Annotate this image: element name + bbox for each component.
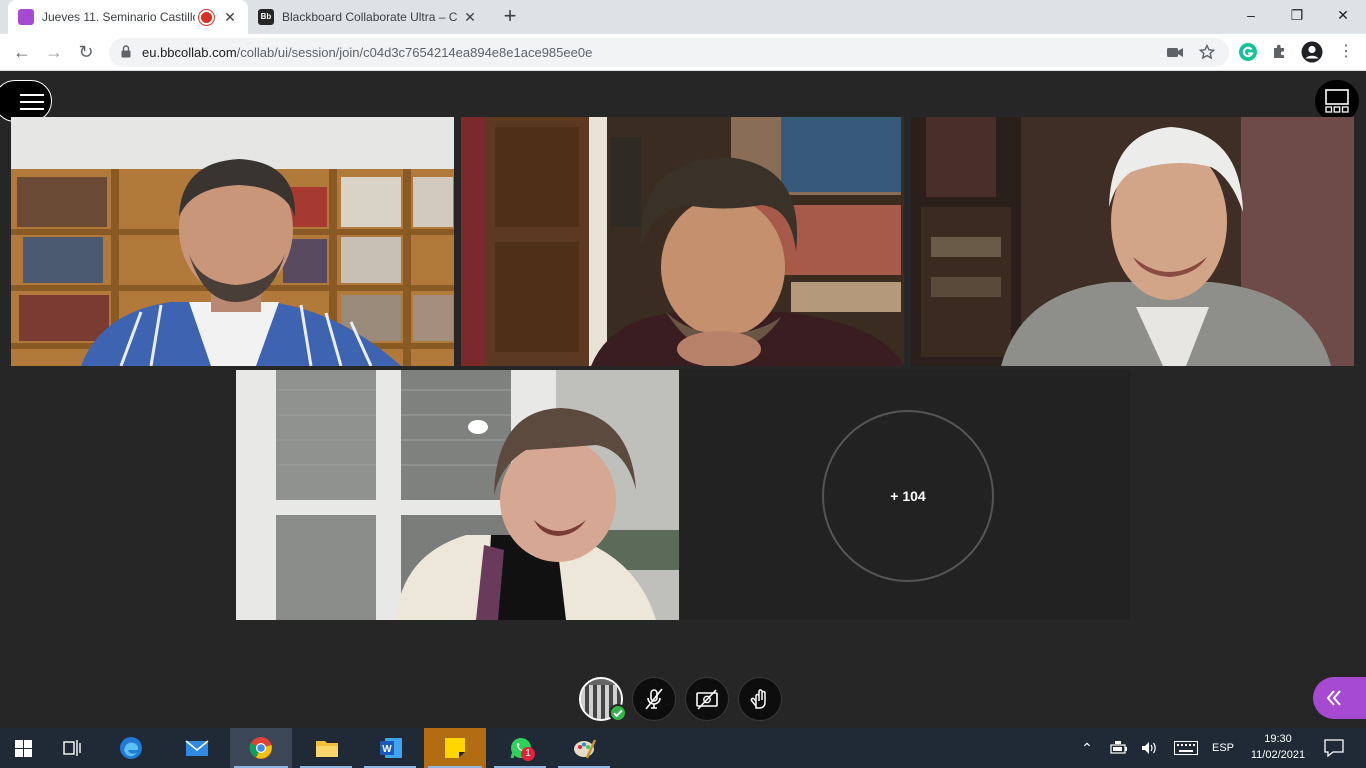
url-path: /collab/ui/session/join/c04d3c7654214ea8… bbox=[236, 45, 593, 60]
task-view-icon bbox=[63, 740, 81, 756]
taskbar-chrome[interactable] bbox=[230, 728, 292, 768]
session-menu-button[interactable] bbox=[0, 80, 52, 122]
reload-button[interactable]: ↻ bbox=[73, 39, 99, 65]
url-text: eu.bbcollab.com/collab/ui/session/join/c… bbox=[142, 45, 592, 60]
browser-toolbar: ← → ↻ eu.bbcollab.com/collab/ui/session/… bbox=[0, 34, 1366, 71]
notification-center-icon[interactable] bbox=[1324, 739, 1344, 757]
bookmark-star-icon[interactable] bbox=[1199, 44, 1215, 60]
participant-video-tile[interactable] bbox=[461, 117, 904, 366]
close-tab-icon[interactable]: ✕ bbox=[222, 9, 238, 26]
grammarly-extension-icon[interactable] bbox=[1238, 42, 1258, 62]
close-tab-icon[interactable]: ✕ bbox=[462, 9, 478, 26]
task-view-button[interactable] bbox=[48, 728, 96, 768]
participant-video-3 bbox=[911, 117, 1354, 366]
recording-indicator-icon bbox=[201, 11, 212, 23]
tab-title: Jueves 11. Seminario Castillo bbox=[42, 10, 195, 24]
taskbar-mail[interactable] bbox=[166, 728, 226, 768]
touch-keyboard-icon[interactable] bbox=[1174, 741, 1198, 755]
taskbar-word[interactable]: W bbox=[360, 728, 420, 768]
participant-video-1 bbox=[11, 117, 454, 366]
address-bar[interactable]: eu.bbcollab.com/collab/ui/session/join/c… bbox=[109, 38, 1229, 67]
chrome-icon bbox=[249, 737, 272, 759]
profile-avatar-icon[interactable] bbox=[1301, 41, 1323, 63]
participant-video-4 bbox=[236, 370, 679, 620]
edge-icon bbox=[120, 737, 142, 759]
layout-toggle-button[interactable] bbox=[1315, 80, 1359, 122]
word-icon: W bbox=[380, 738, 402, 758]
camera-off-icon bbox=[696, 689, 718, 710]
open-collaborate-panel-button[interactable] bbox=[1313, 677, 1366, 719]
maximize-button[interactable]: ❐ bbox=[1274, 0, 1320, 30]
back-button[interactable]: ← bbox=[9, 39, 35, 65]
raise-hand-icon bbox=[750, 689, 766, 709]
minimize-button[interactable]: – bbox=[1228, 0, 1274, 30]
windows-taskbar: W 1 ⌃ ESP 19:30 11/02/2021 bbox=[0, 728, 1366, 768]
show-hidden-icons-chevron-icon[interactable]: ⌃ bbox=[1076, 728, 1098, 768]
clock-time: 19:30 bbox=[1264, 733, 1292, 745]
participant-video-tile[interactable] bbox=[236, 370, 679, 620]
clock-date: 11/02/2021 bbox=[1250, 749, 1306, 761]
grid-layout-icon bbox=[1325, 89, 1349, 113]
sticky-notes-icon bbox=[445, 738, 465, 758]
tab-blackboard[interactable]: Bb Blackboard Collaborate Ultra – C ✕ bbox=[248, 0, 488, 34]
taskbar-edge[interactable] bbox=[100, 728, 160, 768]
file-explorer-icon bbox=[316, 741, 338, 757]
whatsapp-unread-badge: 1 bbox=[521, 747, 535, 761]
system-clock[interactable]: 19:30 11/02/2021 bbox=[1240, 731, 1316, 763]
camera-in-use-icon[interactable] bbox=[1167, 46, 1183, 59]
battery-icon[interactable] bbox=[1110, 740, 1128, 756]
taskbar-paint[interactable] bbox=[554, 728, 614, 768]
url-host: eu.bbcollab.com bbox=[142, 45, 237, 60]
taskbar-whatsapp[interactable]: 1 bbox=[490, 728, 550, 768]
overflow-participants-tile[interactable]: + 104 bbox=[680, 370, 1130, 620]
collaborate-session: + 104 bbox=[0, 71, 1366, 728]
blackboard-favicon-icon: Bb bbox=[258, 9, 274, 25]
paint-icon bbox=[574, 739, 597, 759]
browser-tab-strip: Jueves 11. Seminario Castillo ✕ Bb Black… bbox=[0, 0, 1366, 34]
raise-hand-button[interactable] bbox=[738, 677, 782, 721]
mail-icon bbox=[185, 740, 209, 756]
forward-button[interactable]: → bbox=[41, 39, 67, 65]
camera-toggle-button[interactable] bbox=[685, 677, 729, 721]
taskbar-file-explorer[interactable] bbox=[296, 728, 356, 768]
tab-seminario[interactable]: Jueves 11. Seminario Castillo ✕ bbox=[8, 0, 248, 34]
overflow-count: + 104 bbox=[822, 410, 994, 582]
extensions-puzzle-icon[interactable] bbox=[1270, 42, 1290, 62]
participant-video-tile[interactable] bbox=[911, 117, 1354, 366]
microphone-toggle-button[interactable] bbox=[632, 677, 676, 721]
taskbar-sticky-notes[interactable] bbox=[424, 728, 486, 768]
new-tab-button[interactable]: + bbox=[498, 5, 522, 29]
close-window-button[interactable]: ✕ bbox=[1320, 0, 1366, 30]
tab-title: Blackboard Collaborate Ultra – C bbox=[282, 10, 458, 24]
start-icon bbox=[15, 740, 32, 757]
volume-icon[interactable] bbox=[1140, 740, 1158, 756]
lock-icon bbox=[121, 45, 131, 58]
participant-video-2 bbox=[461, 117, 904, 366]
collaborate-favicon-icon bbox=[18, 9, 34, 25]
chrome-menu-icon[interactable]: ⋮ bbox=[1333, 39, 1359, 65]
participant-video-tile[interactable] bbox=[11, 117, 454, 366]
input-language-indicator[interactable]: ESP bbox=[1206, 728, 1240, 768]
status-check-icon bbox=[609, 704, 627, 722]
start-button[interactable] bbox=[0, 728, 48, 768]
double-chevron-left-icon bbox=[1326, 690, 1341, 706]
svg-text:W: W bbox=[382, 744, 392, 755]
microphone-muted-icon bbox=[645, 688, 663, 710]
